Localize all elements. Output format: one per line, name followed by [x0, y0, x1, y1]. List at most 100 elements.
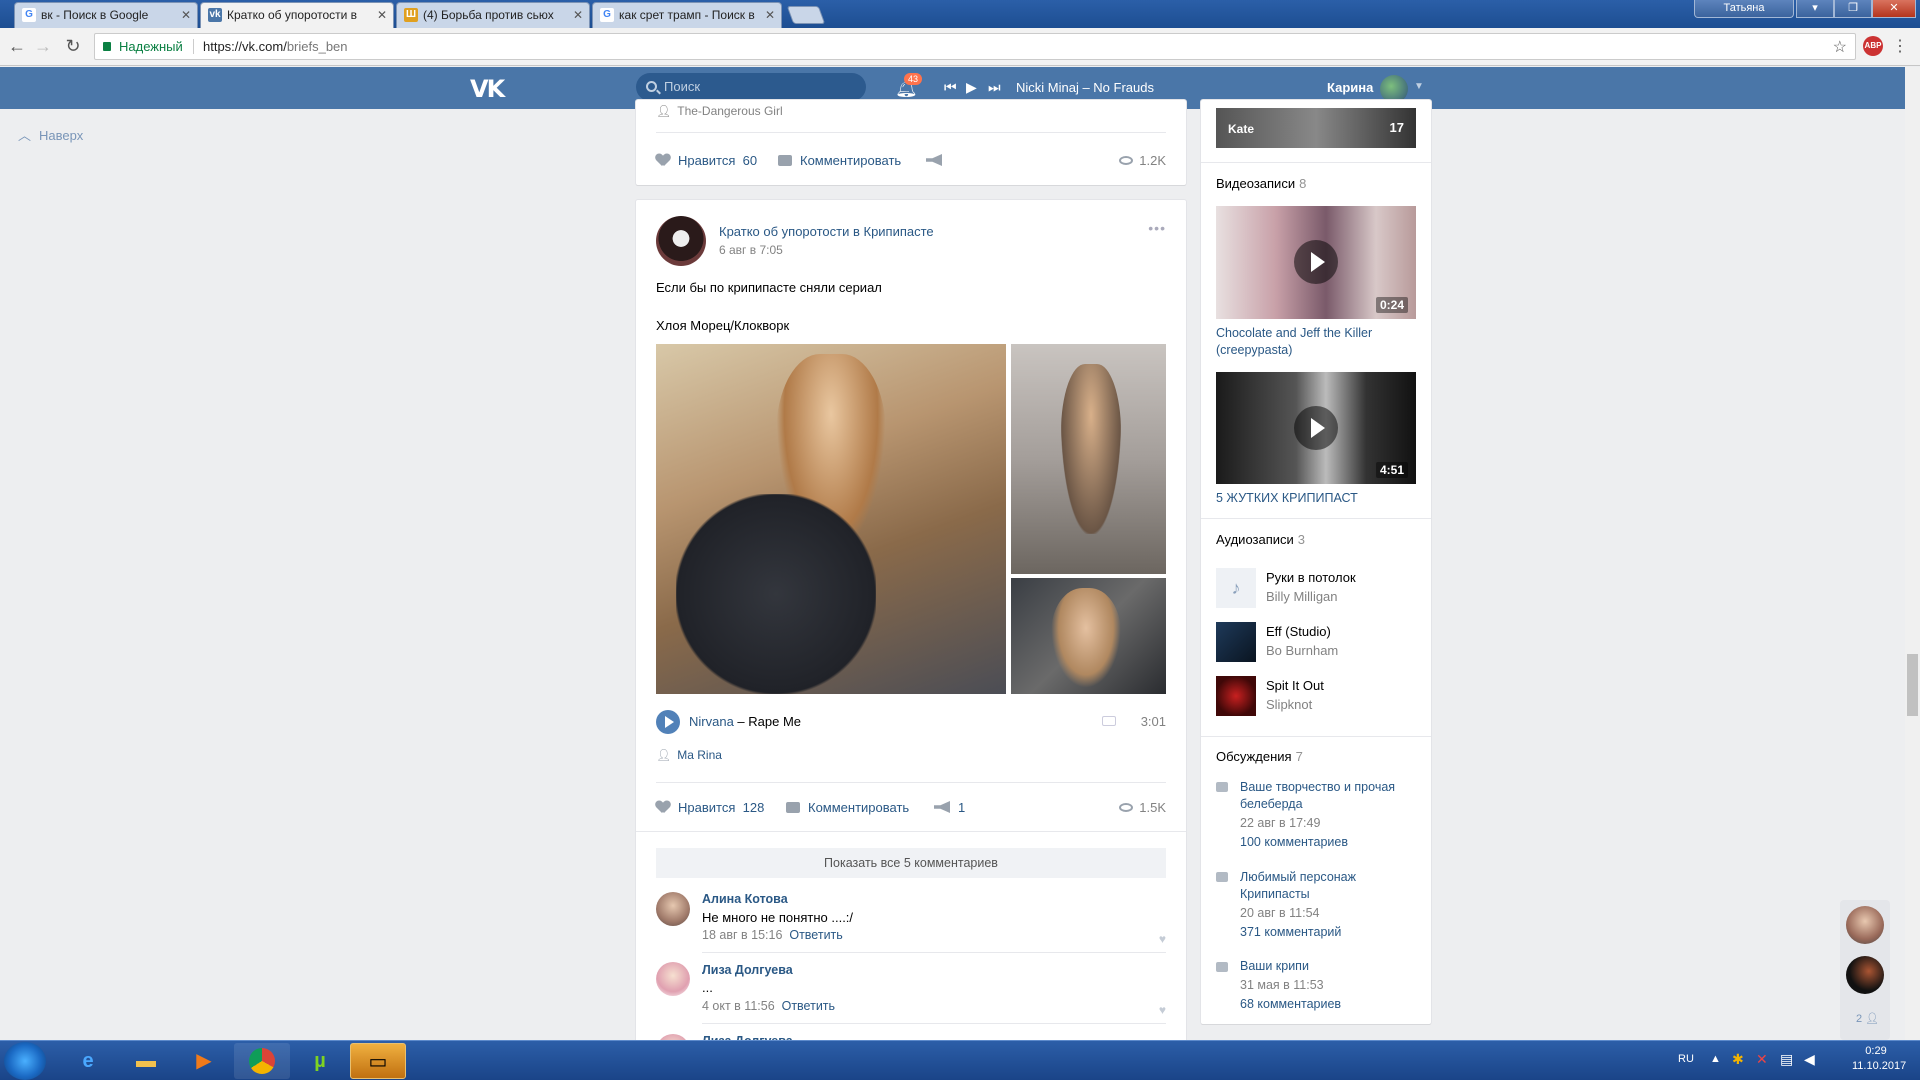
- like-button[interactable]: Нравится 60: [656, 153, 757, 168]
- heart-icon[interactable]: ♥: [1159, 1003, 1166, 1017]
- previous-track-icon[interactable]: ⏮︎: [944, 79, 957, 96]
- chrome-icon[interactable]: [234, 1043, 290, 1079]
- address-bar[interactable]: Надежный https://vk.com/briefs_ben ☆: [94, 33, 1856, 60]
- header-user-avatar[interactable]: [1380, 75, 1408, 103]
- album-cover[interactable]: [1216, 622, 1256, 662]
- vk-logo[interactable]: VK: [470, 75, 505, 103]
- post-author-signature[interactable]: 👤︎ Ma Rina: [656, 748, 722, 762]
- album-thumbnail[interactable]: Kate 17: [1216, 108, 1416, 148]
- clock[interactable]: 0:29 11.10.2017: [1852, 1045, 1906, 1072]
- browser-tab-google-search[interactable]: G вк - Поиск в Google ✕: [14, 2, 198, 28]
- language-indicator[interactable]: RU: [1678, 1053, 1694, 1065]
- comment-button[interactable]: Комментировать: [778, 153, 901, 168]
- audio-play-button[interactable]: [656, 710, 680, 734]
- active-window-icon[interactable]: ▭: [350, 1043, 406, 1079]
- reply-link[interactable]: Ответить: [782, 999, 835, 1013]
- video-thumbnail[interactable]: 0:24: [1216, 206, 1416, 319]
- post-photo-top-right[interactable]: [1011, 344, 1166, 574]
- chevron-down-icon[interactable]: ▼: [1414, 81, 1424, 92]
- discussion-comments[interactable]: 68 комментариев: [1240, 997, 1341, 1011]
- play-icon[interactable]: ▶: [966, 79, 977, 96]
- bookmark-star-icon[interactable]: ☆: [1833, 37, 1847, 57]
- album-cover[interactable]: [1216, 676, 1256, 716]
- utorrent-icon[interactable]: µ: [292, 1043, 348, 1079]
- comment-button[interactable]: Комментировать: [786, 800, 909, 815]
- chat-contact-avatar[interactable]: [1846, 956, 1884, 994]
- media-player-icon[interactable]: ▶: [176, 1043, 232, 1079]
- now-playing-track[interactable]: Nicki Minaj – No Frauds: [1016, 80, 1154, 95]
- author-name[interactable]: Ma Rina: [677, 748, 722, 762]
- scrollbar-thumb[interactable]: [1907, 654, 1918, 716]
- audio-artist[interactable]: Billy Milligan: [1266, 589, 1338, 604]
- next-track-icon[interactable]: ⏭︎: [988, 79, 1001, 96]
- close-window-button[interactable]: ✕: [1872, 0, 1916, 18]
- video-thumbnail[interactable]: 4:51: [1216, 372, 1416, 484]
- post-date[interactable]: 6 авг в 7:05: [719, 243, 783, 257]
- new-tab-button[interactable]: [786, 6, 826, 24]
- music-note-icon[interactable]: ♪: [1216, 568, 1256, 608]
- show-all-comments-button[interactable]: Показать все 5 комментариев: [656, 848, 1166, 878]
- minimize-button[interactable]: ▾: [1796, 0, 1834, 18]
- group-avatar[interactable]: [656, 216, 706, 266]
- reload-icon[interactable]: ↻: [62, 36, 84, 58]
- secure-indicator[interactable]: Надежный: [103, 39, 183, 54]
- page-scrollbar[interactable]: [1905, 67, 1920, 1040]
- close-icon[interactable]: ✕: [573, 3, 583, 27]
- discussions-section-title[interactable]: Обсуждения 7: [1216, 749, 1303, 764]
- comment-date[interactable]: 4 окт в 11:56: [702, 999, 775, 1013]
- start-button[interactable]: [4, 1042, 46, 1080]
- commenter-avatar[interactable]: [656, 962, 690, 996]
- like-button[interactable]: Нравится 128: [656, 800, 764, 815]
- video-title-link[interactable]: 5 ЖУТКИХ КРИПИПАСТ: [1216, 491, 1416, 505]
- browser-menu-icon[interactable]: ⋮: [1892, 36, 1908, 56]
- internet-explorer-icon[interactable]: e: [60, 1043, 116, 1079]
- chat-contact-avatar[interactable]: [1846, 906, 1884, 944]
- discussion-comments[interactable]: 371 комментарий: [1240, 925, 1341, 939]
- file-explorer-icon[interactable]: ▬: [118, 1043, 174, 1079]
- commenter-avatar[interactable]: [656, 892, 690, 926]
- close-icon[interactable]: ✕: [377, 3, 387, 27]
- back-arrow-icon[interactable]: ←: [6, 36, 28, 58]
- back-to-top-link[interactable]: ︿ Наверх: [18, 125, 83, 144]
- discussion-comments[interactable]: 100 комментариев: [1240, 835, 1348, 849]
- post-photo-large[interactable]: [656, 344, 1006, 694]
- chat-count[interactable]: 2 👤︎: [1856, 1012, 1879, 1025]
- network-icon[interactable]: ▤: [1780, 1051, 1793, 1068]
- volume-icon[interactable]: ◀: [1804, 1051, 1815, 1068]
- prev-post-author[interactable]: 👤︎ The-Dangerous Girl: [656, 104, 783, 118]
- more-options-icon[interactable]: •••: [1148, 220, 1166, 236]
- discussion-title[interactable]: Любимый персонаж Крипипасты: [1240, 869, 1420, 903]
- audio-artist[interactable]: Bo Burnham: [1266, 643, 1338, 658]
- search-input[interactable]: Поиск: [636, 73, 866, 101]
- forward-arrow-icon[interactable]: →: [32, 36, 54, 58]
- audio-artist[interactable]: Nirvana: [689, 714, 734, 729]
- discussion-title[interactable]: Ваше творчество и прочая белеберда: [1240, 779, 1420, 813]
- post-photo-bottom-right[interactable]: [1011, 578, 1166, 694]
- audio-section-title[interactable]: Аудиозаписи 3: [1216, 532, 1305, 547]
- close-icon[interactable]: ✕: [181, 3, 191, 27]
- share-button[interactable]: [926, 153, 950, 168]
- tray-expand-icon[interactable]: ▲: [1710, 1053, 1721, 1065]
- share-button[interactable]: 1: [934, 800, 965, 815]
- videos-section-title[interactable]: Видеозаписи 8: [1216, 176, 1306, 191]
- video-title-link[interactable]: Chocolate and Jeff the Killer (creepypas…: [1216, 325, 1416, 359]
- tray-app-icon[interactable]: ✕: [1756, 1051, 1768, 1068]
- discussion-title[interactable]: Ваши крипи: [1240, 959, 1420, 973]
- tray-app-icon[interactable]: ✱: [1732, 1051, 1744, 1068]
- group-name-link[interactable]: Кратко об упоротости в Крипипасте: [719, 224, 934, 239]
- commenter-name[interactable]: Алина Котова: [702, 892, 788, 906]
- audio-title[interactable]: Eff (Studio): [1266, 624, 1331, 639]
- header-user-name[interactable]: Карина: [1327, 80, 1373, 95]
- audio-title[interactable]: Руки в потолок: [1266, 570, 1356, 585]
- close-icon[interactable]: ✕: [765, 3, 775, 27]
- browser-tab-fanfic[interactable]: Ш (4) Борьба против сьюх ✕: [396, 2, 590, 28]
- restore-button[interactable]: ❐: [1834, 0, 1872, 18]
- audio-title[interactable]: Spit It Out: [1266, 678, 1324, 693]
- commenter-name[interactable]: Лиза Долгуева: [702, 963, 793, 977]
- adblock-extension-icon[interactable]: ABP: [1863, 36, 1883, 56]
- browser-tab-google-search-2[interactable]: G как срет трамп - Поиск в ✕: [592, 2, 782, 28]
- heart-icon[interactable]: ♥: [1159, 932, 1166, 946]
- browser-profile-chip[interactable]: Татьяна: [1694, 0, 1794, 18]
- reply-link[interactable]: Ответить: [789, 928, 842, 942]
- audio-artist[interactable]: Slipknot: [1266, 697, 1312, 712]
